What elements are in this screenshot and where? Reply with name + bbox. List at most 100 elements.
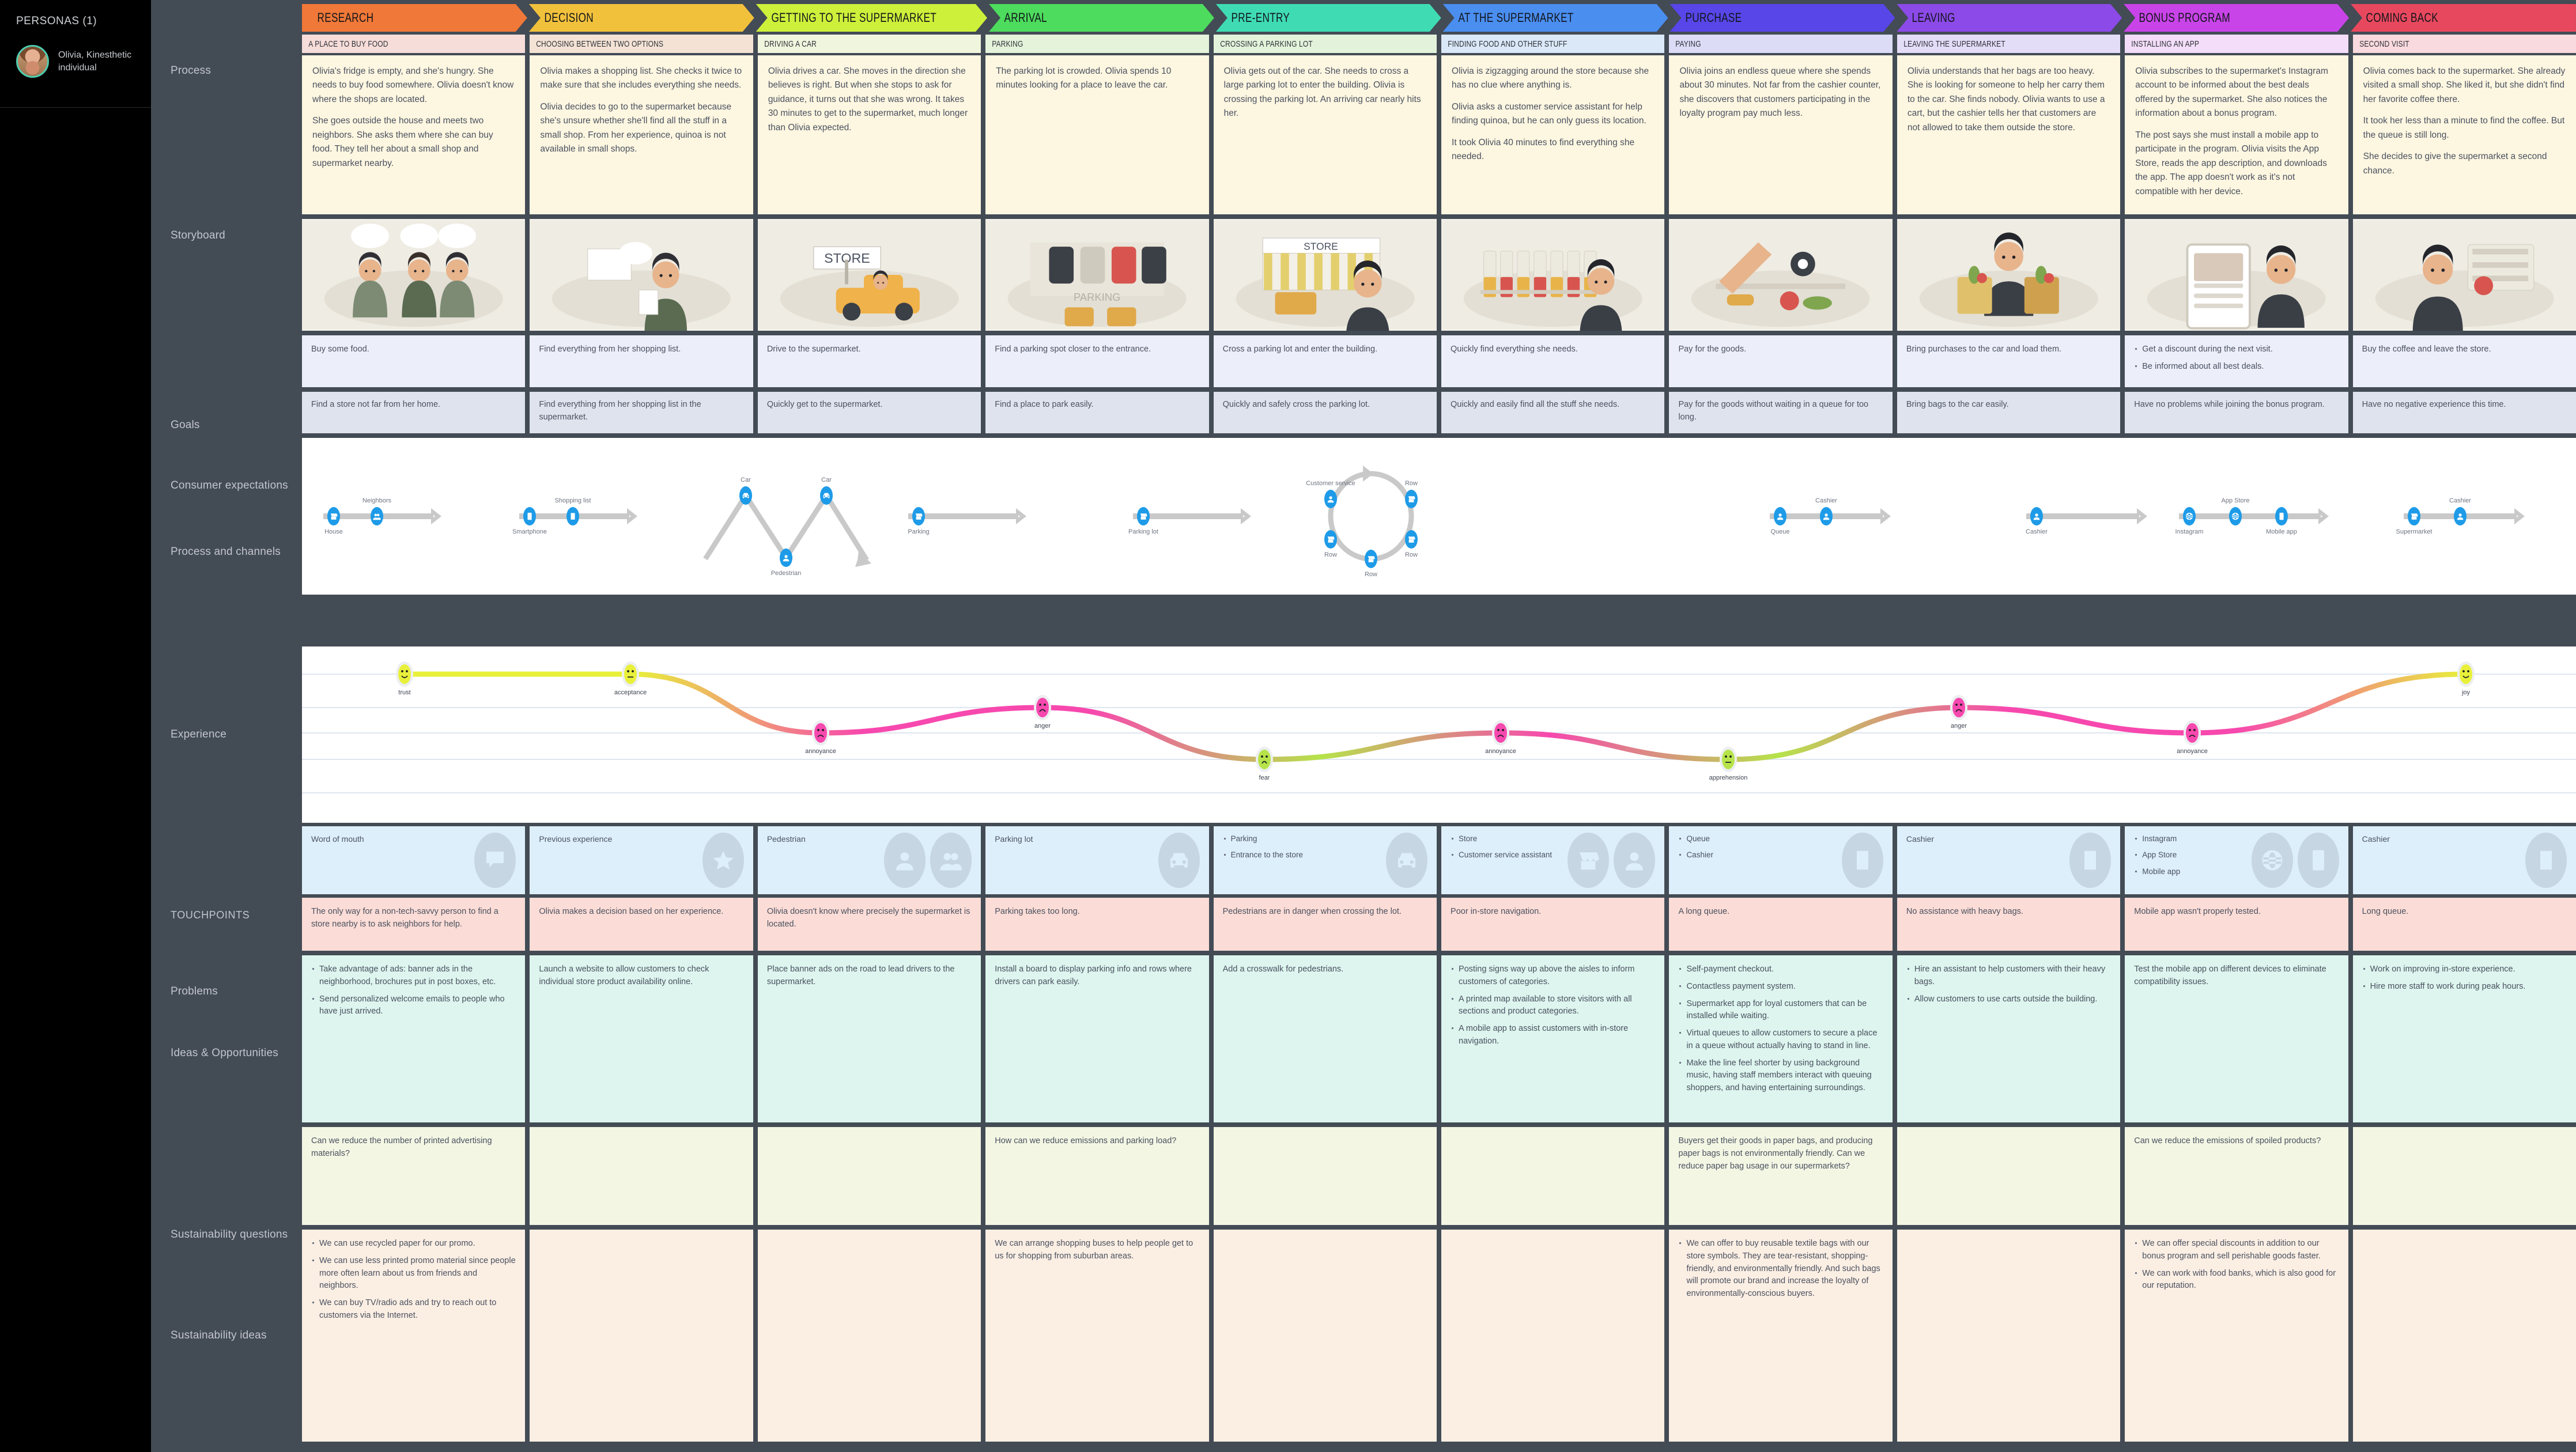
storyboard-cell-3[interactable]: PARKING	[985, 219, 1209, 331]
goal-cell-4[interactable]: Cross a parking lot and enter the buildi…	[1213, 335, 1437, 387]
sustainability-question-cell-1[interactable]	[530, 1127, 753, 1225]
substage-cell-2[interactable]: DRIVING A CAR	[757, 35, 981, 53]
touchpoint-cell-2[interactable]: Pedestrian	[757, 826, 981, 894]
problem-cell-7[interactable]: No assistance with heavy bags.	[1897, 898, 2121, 951]
process-cell-7[interactable]: Olivia understands that her bags are too…	[1897, 55, 2121, 214]
problem-cell-5[interactable]: Poor in-store navigation.	[1441, 898, 1665, 951]
touchpoint-cell-0[interactable]: Word of mouth	[302, 826, 526, 894]
idea-cell-0[interactable]: Take advantage of ads: banner ads in the…	[302, 955, 526, 1122]
process-cell-3[interactable]: The parking lot is crowded. Olivia spend…	[985, 55, 1209, 214]
sustainability-idea-cell-9[interactable]	[2352, 1230, 2576, 1442]
goal-cell-8[interactable]: Get a discount during the next visit. Be …	[2125, 335, 2348, 387]
storyboard-cell-5[interactable]	[1441, 219, 1665, 331]
problem-cell-8[interactable]: Mobile app wasn't properly tested.	[2125, 898, 2348, 951]
goal-cell-6[interactable]: Pay for the goods.	[1669, 335, 1893, 387]
stage-header-1[interactable]: DECISION	[529, 4, 754, 32]
substage-cell-8[interactable]: INSTALLING AN APP	[2125, 35, 2348, 53]
process-cell-8[interactable]: Olivia subscribes to the supermarket's I…	[2125, 55, 2348, 214]
expectation-cell-0[interactable]: Find a store not far from her home.	[302, 392, 526, 433]
sustainability-question-cell-6[interactable]: Buyers get their goods in paper bags, an…	[1669, 1127, 1893, 1225]
expectation-cell-7[interactable]: Bring bags to the car easily.	[1897, 392, 2121, 433]
touchpoint-cell-9[interactable]: Cashier	[2352, 826, 2576, 894]
idea-cell-9[interactable]: Work on improving in-store experience. Hi…	[2352, 955, 2576, 1122]
sustainability-question-cell-7[interactable]	[1897, 1127, 2121, 1225]
substage-cell-7[interactable]: LEAVING THE SUPERMARKET	[1897, 35, 2121, 53]
expectation-cell-2[interactable]: Quickly get to the supermarket.	[757, 392, 981, 433]
sustainability-question-cell-0[interactable]: Can we reduce the number of printed adve…	[302, 1127, 526, 1225]
idea-cell-6[interactable]: Self-payment checkout. Contactless paymen…	[1669, 955, 1893, 1122]
expectation-cell-9[interactable]: Have no negative experience this time.	[2352, 392, 2576, 433]
sustainability-idea-cell-6[interactable]: We can offer to buy reusable textile bag…	[1669, 1230, 1893, 1442]
sustainability-idea-cell-3[interactable]: We can arrange shopping buses to help pe…	[985, 1230, 1209, 1442]
process-cell-4[interactable]: Olivia gets out of the car. She needs to…	[1213, 55, 1437, 214]
idea-cell-8[interactable]: Test the mobile app on different devices…	[2125, 955, 2348, 1122]
idea-cell-1[interactable]: Launch a website to allow customers to c…	[530, 955, 753, 1122]
process-cell-1[interactable]: Olivia makes a shopping list. She checks…	[530, 55, 753, 214]
storyboard-cell-9[interactable]	[2352, 219, 2576, 331]
problem-cell-9[interactable]: Long queue.	[2352, 898, 2576, 951]
touchpoint-cell-5[interactable]: Store Customer service assistant	[1441, 826, 1665, 894]
goal-cell-2[interactable]: Drive to the supermarket.	[757, 335, 981, 387]
stage-header-6[interactable]: PURCHASE	[1670, 4, 1895, 32]
touchpoint-cell-6[interactable]: Queue Cashier	[1669, 826, 1893, 894]
persona-item[interactable]: Olivia, Kinesthetic individual	[0, 28, 151, 78]
problem-cell-4[interactable]: Pedestrians are in danger when crossing …	[1213, 898, 1437, 951]
stage-header-4[interactable]: PRE-ENTRY	[1216, 4, 1441, 32]
storyboard-cell-8[interactable]	[2125, 219, 2348, 331]
sustainability-idea-cell-7[interactable]	[1897, 1230, 2121, 1442]
goal-cell-3[interactable]: Find a parking spot closer to the entran…	[985, 335, 1209, 387]
substage-cell-0[interactable]: A PLACE TO BUY FOOD	[302, 35, 526, 53]
sustainability-idea-cell-2[interactable]	[757, 1230, 981, 1442]
process-cell-6[interactable]: Olivia joins an endless queue where she …	[1669, 55, 1893, 214]
sustainability-idea-cell-1[interactable]	[530, 1230, 753, 1442]
substage-cell-3[interactable]: PARKING	[985, 35, 1209, 53]
sustainability-idea-cell-8[interactable]: We can offer special discounts in additi…	[2125, 1230, 2348, 1442]
process-cell-9[interactable]: Olivia comes back to the supermarket. Sh…	[2352, 55, 2576, 214]
touchpoint-cell-8[interactable]: Instagram App Store Mobile app	[2125, 826, 2348, 894]
process-cell-2[interactable]: Olivia drives a car. She moves in the di…	[757, 55, 981, 214]
touchpoint-cell-1[interactable]: Previous experience	[530, 826, 753, 894]
substage-cell-6[interactable]: PAYING	[1669, 35, 1893, 53]
substage-cell-5[interactable]: FINDING FOOD AND OTHER STUFF	[1441, 35, 1665, 53]
idea-cell-3[interactable]: Install a board to display parking info …	[985, 955, 1209, 1122]
problem-cell-0[interactable]: The only way for a non-tech-savvy person…	[302, 898, 526, 951]
problem-cell-1[interactable]: Olivia makes a decision based on her exp…	[530, 898, 753, 951]
stage-header-0[interactable]: RESEARCH	[302, 4, 527, 32]
goal-cell-0[interactable]: Buy some food.	[302, 335, 526, 387]
goal-cell-9[interactable]: Buy the coffee and leave the store.	[2352, 335, 2576, 387]
storyboard-cell-2[interactable]: STORE	[757, 219, 981, 331]
storyboard-cell-4[interactable]: STORE	[1213, 219, 1437, 331]
idea-cell-7[interactable]: Hire an assistant to help customers with…	[1897, 955, 2121, 1122]
goal-cell-7[interactable]: Bring purchases to the car and load them…	[1897, 335, 2121, 387]
sustainability-question-cell-2[interactable]	[757, 1127, 981, 1225]
idea-cell-2[interactable]: Place banner ads on the road to lead dri…	[757, 955, 981, 1122]
idea-cell-4[interactable]: Add a crosswalk for pedestrians.	[1213, 955, 1437, 1122]
sustainability-idea-cell-4[interactable]	[1213, 1230, 1437, 1442]
goal-cell-1[interactable]: Find everything from her shopping list.	[530, 335, 753, 387]
idea-cell-5[interactable]: Posting signs way up above the aisles to…	[1441, 955, 1665, 1122]
storyboard-cell-1[interactable]	[530, 219, 753, 331]
goal-cell-5[interactable]: Quickly find everything she needs.	[1441, 335, 1665, 387]
substage-cell-1[interactable]: CHOOSING BETWEEN TWO OPTIONS	[530, 35, 753, 53]
touchpoint-cell-4[interactable]: Parking Entrance to the store	[1213, 826, 1437, 894]
expectation-cell-6[interactable]: Pay for the goods without waiting in a q…	[1669, 392, 1893, 433]
stage-header-2[interactable]: GETTING TO THE SUPERMARKET	[756, 4, 987, 32]
problem-cell-2[interactable]: Olivia doesn't know where precisely the …	[757, 898, 981, 951]
substage-cell-4[interactable]: CROSSING A PARKING LOT	[1213, 35, 1437, 53]
sustainability-question-cell-9[interactable]	[2352, 1127, 2576, 1225]
stage-header-9[interactable]: COMING BACK	[2351, 4, 2576, 32]
process-cell-5[interactable]: Olivia is zigzagging around the store be…	[1441, 55, 1665, 214]
stage-header-3[interactable]: ARRIVAL	[989, 4, 1214, 32]
expectation-cell-4[interactable]: Quickly and safely cross the parking lot…	[1213, 392, 1437, 433]
touchpoint-cell-7[interactable]: Cashier	[1897, 826, 2121, 894]
sustainability-idea-cell-0[interactable]: We can use recycled paper for our promo.…	[302, 1230, 526, 1442]
stage-header-8[interactable]: BONUS PROGRAM	[2124, 4, 2349, 32]
expectation-cell-3[interactable]: Find a place to park easily.	[985, 392, 1209, 433]
substage-cell-9[interactable]: SECOND VISIT	[2352, 35, 2576, 53]
storyboard-cell-6[interactable]	[1669, 219, 1893, 331]
storyboard-cell-0[interactable]	[302, 219, 526, 331]
stage-header-7[interactable]: LEAVING	[1897, 4, 2122, 32]
process-cell-0[interactable]: Olivia's fridge is empty, and she's hung…	[302, 55, 526, 214]
sustainability-question-cell-4[interactable]	[1213, 1127, 1437, 1225]
expectation-cell-5[interactable]: Quickly and easily find all the stuff sh…	[1441, 392, 1665, 433]
